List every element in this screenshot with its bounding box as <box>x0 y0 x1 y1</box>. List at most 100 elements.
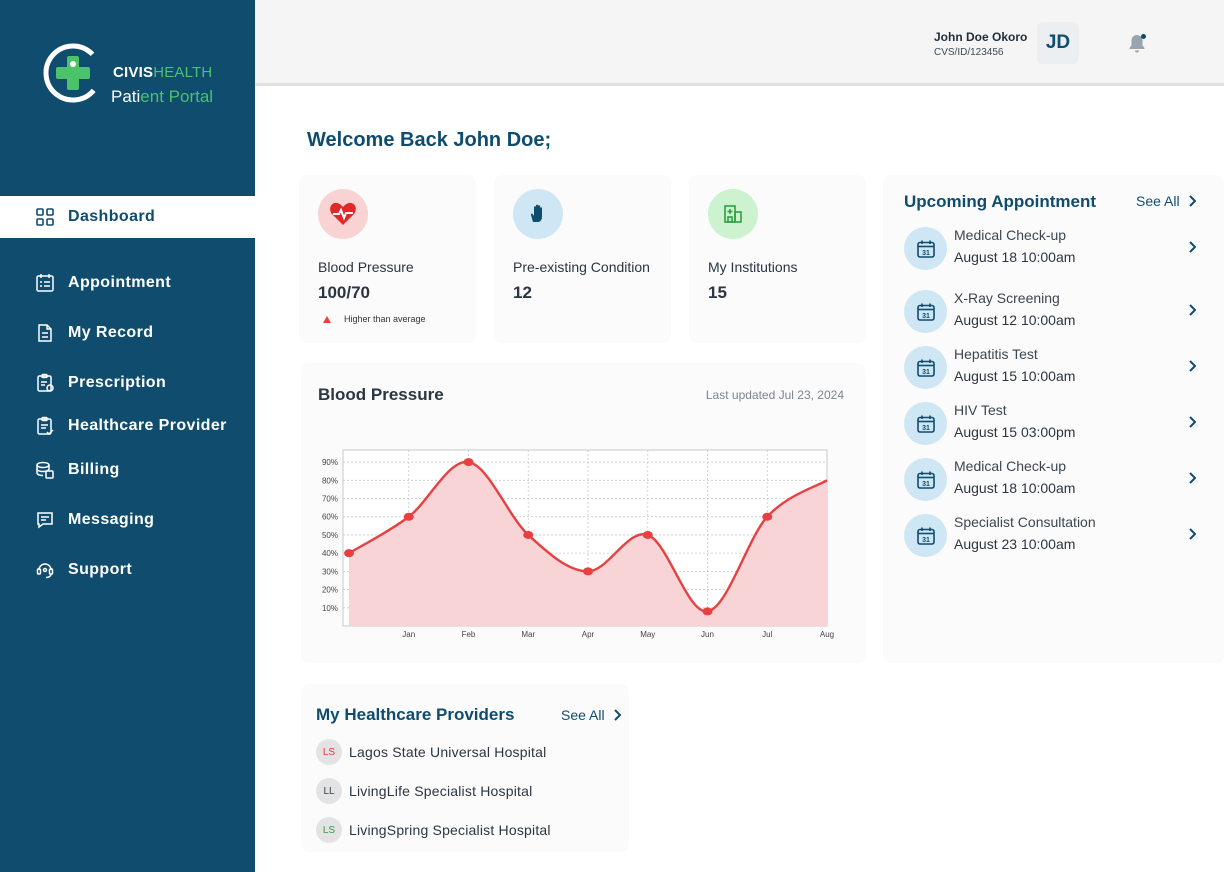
chevron-right-icon <box>1189 241 1196 253</box>
appointment-item[interactable]: 31 X-Ray Screening August 12 10:00am <box>904 290 1204 334</box>
appointment-time: August 12 10:00am <box>954 312 1076 328</box>
hand-icon <box>530 204 542 222</box>
appointment-name: Medical Check-up <box>954 458 1067 474</box>
logo-cross-icon <box>43 43 103 103</box>
x-tick-label: Jun <box>701 630 714 639</box>
up-triangle-icon <box>323 315 331 323</box>
x-tick-label: Feb <box>462 630 476 639</box>
sidebar-item-appointment[interactable]: Appointment <box>0 262 255 304</box>
appointments-title: Upcoming Appointment <box>904 192 1097 211</box>
chart-data-point <box>762 512 773 521</box>
provider-item[interactable]: LL LivingLife Specialist Hospital <box>316 778 532 804</box>
calendar-icon: 31 <box>904 227 947 270</box>
sidebar-item-dashboard[interactable]: Dashboard <box>0 196 255 238</box>
stat-note: Higher than average <box>323 314 426 324</box>
chart-data-point <box>523 530 534 539</box>
chart-data-point <box>463 458 474 467</box>
appointment-item[interactable]: 31 Specialist Consultation August 23 10:00… <box>904 514 1204 558</box>
appointment-name: X-Ray Screening <box>954 290 1060 306</box>
x-tick-label: Aug <box>820 630 834 639</box>
sidebar-item-prescription[interactable]: Prescription <box>0 362 255 404</box>
blood-pressure-chart: 10% 20% 30% 40% 50% 60% 70% 80% 90% Jan Feb Mar Apr M… <box>322 449 834 639</box>
provider-name: LivingLife Specialist Hospital <box>349 783 533 799</box>
stat-icon-bg <box>318 189 368 239</box>
provider-initials-badge: LL <box>316 778 342 804</box>
stat-card-pre-existing-condition[interactable]: Pre-existing Condition 12 <box>494 175 671 343</box>
chart-data-point <box>344 549 354 558</box>
stat-label: My Institutions <box>708 259 798 275</box>
see-all-label: See All <box>1136 193 1180 209</box>
healthcare-providers-card: My Healthcare Providers See All LS Lagos… <box>301 684 629 852</box>
chevron-right-icon <box>1189 304 1196 316</box>
sidebar-item-support[interactable]: Support <box>0 549 255 591</box>
svg-text:31: 31 <box>922 249 930 256</box>
sidebar-item-label: Support <box>68 561 133 578</box>
provider-item[interactable]: LS LivingSpring Specialist Hospital <box>316 817 551 843</box>
sidebar-item-label: Messaging <box>68 511 155 528</box>
message-icon <box>37 512 53 529</box>
calendar-list-icon <box>36 274 54 292</box>
upcoming-appointments-card: Upcoming Appointment See All 31 Medical C… <box>883 175 1224 663</box>
providers-see-all-link[interactable]: See All <box>561 707 621 723</box>
bell-icon[interactable] <box>1125 32 1149 56</box>
sidebar-item-billing[interactable]: Billing <box>0 449 255 491</box>
sidebar-item-healthcare-provider[interactable]: Healthcare Provider <box>0 405 255 447</box>
stat-card-my-institutions[interactable]: My Institutions 15 <box>689 175 866 343</box>
x-tick-label: Apr <box>582 630 595 639</box>
calendar-icon: 31 <box>904 290 947 333</box>
heart-pulse-icon <box>330 202 356 225</box>
appointment-time: August 15 03:00pm <box>954 424 1076 440</box>
y-tick-label: 40% <box>322 549 338 558</box>
chart-data-point <box>642 530 653 539</box>
sidebar-item-my-record[interactable]: My Record <box>0 312 255 354</box>
appointment-time: August 18 10:00am <box>954 480 1076 496</box>
sidebar-item-label: Dashboard <box>68 208 156 225</box>
sidebar-item-messaging[interactable]: Messaging <box>0 499 255 541</box>
stat-value: 12 <box>513 283 532 302</box>
svg-text:31: 31 <box>922 536 930 543</box>
chevron-right-icon <box>613 709 621 721</box>
prescription-icon <box>37 373 54 392</box>
user-id: CVS/ID/123456 <box>934 47 1004 58</box>
provider-name: Lagos State Universal Hospital <box>349 744 547 760</box>
appointment-time: August 18 10:00am <box>954 249 1076 265</box>
x-tick-label: Mar <box>521 630 535 639</box>
chevron-right-icon <box>1189 472 1196 484</box>
stat-icon-bg <box>708 189 758 239</box>
billing-icon <box>36 461 54 479</box>
chart-data-point <box>702 607 713 616</box>
appointment-item[interactable]: 31 Medical Check-up August 18 10:00am <box>904 227 1204 271</box>
provider-initials-badge: LS <box>316 739 342 765</box>
appointment-name: HIV Test <box>954 402 1007 418</box>
document-icon <box>38 324 52 342</box>
svg-text:31: 31 <box>922 480 930 487</box>
chevron-right-icon <box>1189 416 1196 428</box>
provider-initials-badge: LS <box>316 817 342 843</box>
appointment-name: Hepatitis Test <box>954 346 1038 362</box>
svg-text:31: 31 <box>922 424 930 431</box>
brand-subtitle: Patient Portal <box>111 87 214 106</box>
brand-logo[interactable]: CIVISHEALTH Patient Portal <box>42 40 242 110</box>
stat-value: 100/70 <box>318 283 370 302</box>
stat-note-text: Higher than average <box>344 314 426 324</box>
hospital-icon <box>724 205 742 223</box>
y-tick-label: 70% <box>322 495 338 504</box>
chevron-right-icon <box>1188 195 1196 207</box>
sidebar-item-label: Prescription <box>68 374 167 391</box>
avatar[interactable]: JD <box>1037 22 1079 64</box>
chart-data-point <box>583 567 593 576</box>
x-tick-label: May <box>640 630 655 639</box>
stat-value: 15 <box>708 283 727 302</box>
y-tick-label: 80% <box>322 476 338 485</box>
x-tick-label: Jul <box>762 630 772 639</box>
appointment-item[interactable]: 31 Medical Check-up August 18 10:00am <box>904 458 1204 502</box>
appointment-item[interactable]: 31 HIV Test August 15 03:00pm <box>904 402 1204 446</box>
appointment-item[interactable]: 31 Hepatitis Test August 15 10:00am <box>904 346 1204 390</box>
provider-item[interactable]: LS Lagos State Universal Hospital <box>316 739 546 765</box>
provider-name: LivingSpring Specialist Hospital <box>349 822 551 838</box>
appointments-see-all-link[interactable]: See All <box>1136 193 1196 209</box>
support-icon <box>36 563 54 579</box>
stat-card-blood-pressure[interactable]: Blood Pressure 100/70 Higher than averag… <box>299 175 476 343</box>
user-name: John Doe Okoro <box>934 30 1028 44</box>
sidebar-item-label: Healthcare Provider <box>68 417 227 434</box>
